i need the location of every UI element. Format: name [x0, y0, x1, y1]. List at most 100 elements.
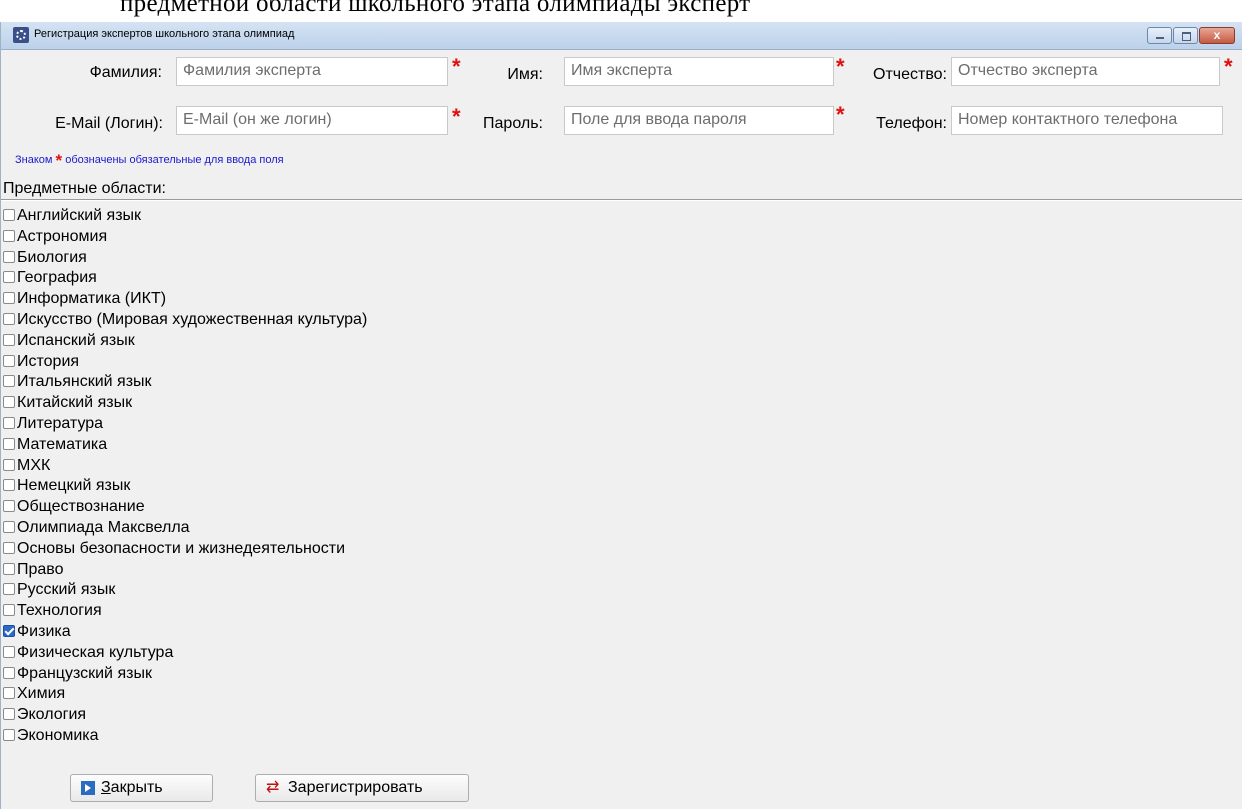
subject-checkbox[interactable]	[3, 687, 15, 700]
subject-checkbox[interactable]	[3, 666, 15, 679]
subject-label: Немецкий язык	[17, 477, 131, 495]
subject-label: Русский язык	[17, 581, 116, 599]
patronymic-label: Отчество:	[873, 66, 947, 83]
subject-checkbox[interactable]	[3, 624, 15, 637]
maximize-button[interactable]	[1173, 27, 1198, 44]
register-button-label: Зарегистрировать	[288, 779, 423, 796]
surname-field[interactable]: Фамилия эксперта	[176, 57, 448, 86]
window-controls: x	[1146, 27, 1235, 45]
subject-item[interactable]: Китайский язык	[3, 393, 367, 414]
subject-label: Литература	[17, 414, 104, 432]
note-suffix: обозначены обязательные для ввода поля	[65, 154, 284, 166]
close-button-label: Закрыть	[101, 779, 163, 796]
subject-label: Китайский язык	[17, 394, 133, 412]
subject-checkbox[interactable]	[3, 292, 15, 305]
subject-item[interactable]: Итальянский язык	[3, 372, 367, 393]
email-field[interactable]: E-Mail (он же логин)	[176, 106, 448, 135]
subject-label: История	[17, 352, 80, 370]
subject-checkbox[interactable]	[3, 728, 15, 741]
registration-window: Регистрация экспертов школьного этапа ол…	[0, 22, 1242, 809]
subject-item[interactable]: Немецкий язык	[3, 476, 367, 497]
patronymic-field[interactable]: Отчество эксперта	[951, 57, 1220, 86]
subject-checkbox[interactable]	[3, 396, 15, 409]
background-document-text: предметной области школьного этапа олимп…	[0, 0, 1242, 22]
register-button[interactable]: Зарегистрировать	[255, 774, 469, 802]
subject-checkbox[interactable]	[3, 271, 15, 284]
subject-checkbox[interactable]	[3, 708, 15, 721]
password-field[interactable]: Поле для ввода пароля	[564, 106, 834, 135]
subject-label: Право	[17, 560, 64, 578]
subject-item[interactable]: Астрономия	[3, 227, 367, 248]
name-label: Имя:	[507, 66, 543, 83]
subject-checkbox[interactable]	[3, 562, 15, 575]
subject-item[interactable]: Искусство (Мировая художественная культу…	[3, 310, 367, 331]
subject-label: Информатика (ИКТ)	[17, 290, 167, 308]
subject-checkbox[interactable]	[3, 604, 15, 617]
subject-label: Экономика	[17, 726, 99, 744]
subject-checkbox[interactable]	[3, 250, 15, 263]
minimize-button[interactable]	[1147, 27, 1172, 44]
subject-checkbox[interactable]	[3, 375, 15, 388]
subjects-list: Английский язык Астрономия Биология Геог…	[3, 206, 367, 747]
subject-checkbox[interactable]	[3, 354, 15, 367]
subject-checkbox[interactable]	[3, 312, 15, 325]
subject-item[interactable]: Основы безопасности и жизнедеятельности	[3, 539, 367, 560]
subject-checkbox[interactable]	[3, 583, 15, 596]
subject-label: Математика	[17, 435, 108, 453]
subject-item[interactable]: Химия	[3, 684, 367, 705]
subject-item[interactable]: Русский язык	[3, 580, 367, 601]
close-window-button[interactable]: x	[1199, 27, 1235, 44]
subject-item[interactable]: География	[3, 268, 367, 289]
subject-label: География	[17, 269, 97, 287]
subject-checkbox[interactable]	[3, 520, 15, 533]
subject-checkbox[interactable]	[3, 541, 15, 554]
phone-field[interactable]: Номер контактного телефона	[951, 106, 1223, 135]
subject-checkbox[interactable]	[3, 479, 15, 492]
subject-label: Технология	[17, 602, 102, 620]
subject-label: Испанский язык	[17, 331, 135, 349]
password-label: Пароль:	[483, 115, 543, 132]
note-prefix: Знаком	[15, 154, 53, 166]
subject-item[interactable]: Экология	[3, 705, 367, 726]
phone-label: Телефон:	[876, 115, 947, 132]
subject-checkbox[interactable]	[3, 437, 15, 450]
surname-required-mark: *	[452, 54, 461, 79]
subject-item[interactable]: Биология	[3, 248, 367, 269]
subject-item[interactable]: Испанский язык	[3, 331, 367, 352]
subject-label: Экология	[17, 706, 87, 724]
subject-item[interactable]: Обществознание	[3, 497, 367, 518]
subject-item[interactable]: Английский язык	[3, 206, 367, 227]
subject-checkbox[interactable]	[3, 229, 15, 242]
subject-label: Олимпиада Максвелла	[17, 518, 190, 536]
password-required-mark: *	[836, 102, 845, 127]
subject-checkbox[interactable]	[3, 209, 15, 221]
subject-item[interactable]: Физическая культура	[3, 643, 367, 664]
subject-item[interactable]: Литература	[3, 414, 367, 435]
subject-checkbox[interactable]	[3, 645, 15, 658]
close-button[interactable]: Закрыть	[70, 774, 213, 802]
subjects-title: Предметные области:	[3, 180, 166, 197]
subject-item[interactable]: МХК	[3, 456, 367, 477]
subject-item[interactable]: История	[3, 352, 367, 373]
exit-icon	[81, 781, 95, 795]
subject-item[interactable]: Французский язык	[3, 664, 367, 685]
subject-item[interactable]: Экономика	[3, 726, 367, 747]
name-field[interactable]: Имя эксперта	[564, 57, 834, 86]
subject-label: Французский язык	[17, 664, 152, 682]
subject-item[interactable]: Математика	[3, 435, 367, 456]
window-title: Регистрация экспертов школьного этапа ол…	[34, 28, 295, 40]
subject-item[interactable]: Физика	[3, 622, 367, 643]
subject-item[interactable]: Технология	[3, 601, 367, 622]
subject-item[interactable]: Право	[3, 560, 367, 581]
subject-item[interactable]: Олимпиада Максвелла	[3, 518, 367, 539]
subject-checkbox[interactable]	[3, 458, 15, 471]
subject-label: Итальянский язык	[17, 373, 152, 391]
note-required-mark: *	[55, 151, 63, 170]
subject-checkbox[interactable]	[3, 416, 15, 429]
subject-item[interactable]: Информатика (ИКТ)	[3, 289, 367, 310]
title-bar[interactable]: Регистрация экспертов школьного этапа ол…	[1, 22, 1242, 50]
surname-label: Фамилия:	[89, 64, 162, 81]
subject-checkbox[interactable]	[3, 333, 15, 346]
subject-checkbox[interactable]	[3, 500, 15, 513]
subject-label: Обществознание	[17, 498, 145, 516]
